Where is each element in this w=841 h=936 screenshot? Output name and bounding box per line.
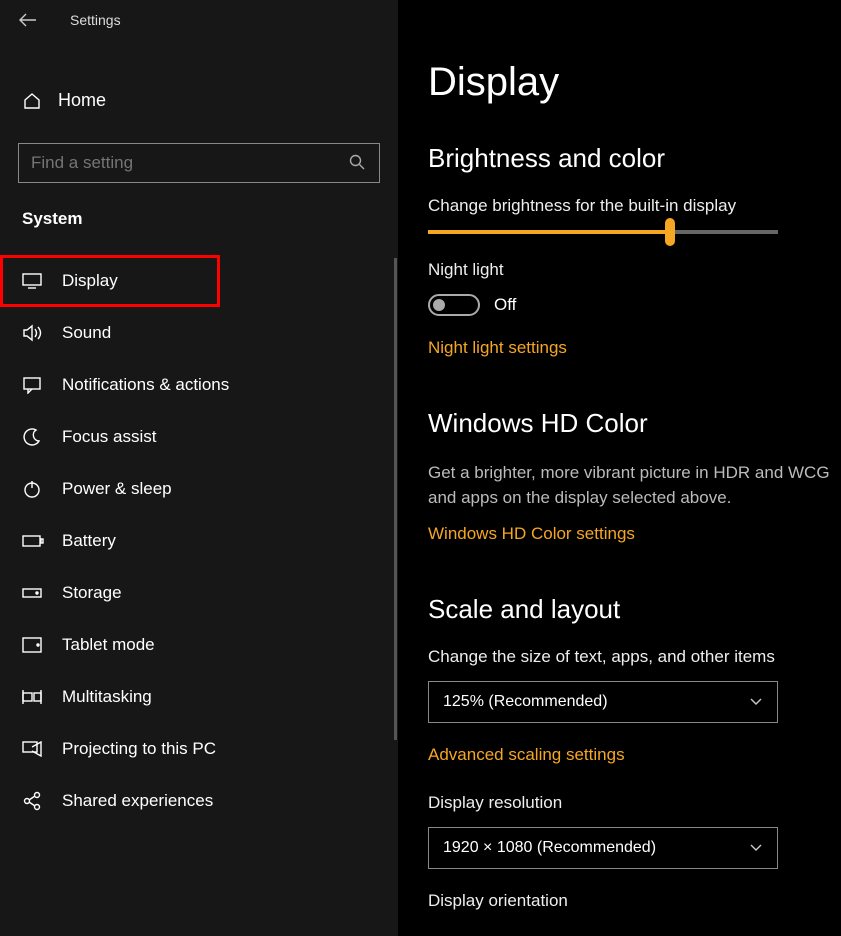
window-title: Settings [70, 12, 121, 28]
sidebar-item-label: Focus assist [62, 427, 156, 447]
resolution-value: 1920 × 1080 (Recommended) [443, 839, 656, 857]
scale-select[interactable]: 125% (Recommended) [428, 681, 778, 723]
scale-value: 125% (Recommended) [443, 693, 608, 711]
orientation-label: Display orientation [428, 891, 841, 911]
sidebar-item-label: Notifications & actions [62, 375, 229, 395]
content-area: Display Brightness and color Change brig… [398, 0, 841, 936]
hd-color-section: Windows HD Color Get a brighter, more vi… [428, 408, 841, 544]
storage-icon [22, 586, 44, 600]
sidebar-item-label: Multitasking [62, 687, 152, 707]
sidebar-item-label: Tablet mode [62, 635, 155, 655]
sidebar-item-focus-assist[interactable]: Focus assist [0, 411, 398, 463]
hd-color-description: Get a brighter, more vibrant picture in … [428, 461, 838, 510]
sidebar-item-storage[interactable]: Storage [0, 567, 398, 619]
nav-list: Display Sound Notifications & actions Fo… [0, 255, 398, 827]
search-input[interactable] [18, 143, 380, 183]
sidebar-item-tablet-mode[interactable]: Tablet mode [0, 619, 398, 671]
sidebar-item-label: Projecting to this PC [62, 739, 216, 759]
resolution-label: Display resolution [428, 793, 841, 813]
back-icon[interactable] [18, 13, 36, 27]
scrollbar[interactable] [394, 258, 397, 740]
battery-icon [22, 534, 44, 548]
brightness-heading: Brightness and color [428, 143, 841, 174]
sidebar-item-battery[interactable]: Battery [0, 515, 398, 567]
night-light-state: Off [494, 295, 516, 315]
multitasking-icon [22, 689, 44, 705]
sidebar-item-display[interactable]: Display [0, 255, 220, 307]
slider-thumb[interactable] [665, 218, 675, 246]
tablet-icon [22, 637, 44, 653]
toggle-knob [433, 299, 445, 311]
search-box [18, 143, 380, 183]
hd-color-settings-link[interactable]: Windows HD Color settings [428, 524, 635, 544]
home-button[interactable]: Home [0, 76, 398, 125]
page-title: Display [428, 60, 841, 105]
brightness-slider[interactable] [428, 230, 778, 234]
sidebar-item-label: Sound [62, 323, 111, 343]
sidebar-item-label: Storage [62, 583, 122, 603]
scale-heading: Scale and layout [428, 594, 841, 625]
titlebar: Settings [0, 0, 398, 40]
sidebar-item-label: Power & sleep [62, 479, 172, 499]
night-light-settings-link[interactable]: Night light settings [428, 338, 567, 358]
chevron-down-icon [749, 697, 763, 707]
sidebar-item-multitasking[interactable]: Multitasking [0, 671, 398, 723]
sidebar-item-projecting[interactable]: Projecting to this PC [0, 723, 398, 775]
brightness-slider-label: Change brightness for the built-in displ… [428, 196, 841, 216]
sidebar-item-power-sleep[interactable]: Power & sleep [0, 463, 398, 515]
home-icon [22, 91, 44, 111]
home-label: Home [58, 90, 106, 111]
night-light-toggle[interactable] [428, 294, 480, 316]
sound-icon [22, 324, 44, 342]
display-icon [22, 273, 44, 289]
power-icon [22, 479, 44, 499]
sidebar: Settings Home System Display Sound Notif… [0, 0, 398, 936]
section-label: System [0, 183, 398, 239]
sidebar-item-notifications[interactable]: Notifications & actions [0, 359, 398, 411]
scale-label: Change the size of text, apps, and other… [428, 647, 841, 667]
hd-color-heading: Windows HD Color [428, 408, 841, 439]
sidebar-item-label: Display [62, 271, 118, 291]
chevron-down-icon [749, 843, 763, 853]
scale-layout-section: Scale and layout Change the size of text… [428, 594, 841, 911]
share-icon [22, 791, 44, 811]
sidebar-item-label: Shared experiences [62, 791, 213, 811]
sidebar-item-label: Battery [62, 531, 116, 551]
advanced-scaling-link[interactable]: Advanced scaling settings [428, 745, 625, 765]
projecting-icon [22, 741, 44, 757]
brightness-section: Brightness and color Change brightness f… [428, 143, 841, 358]
search-icon[interactable] [348, 153, 366, 171]
night-light-label: Night light [428, 260, 841, 280]
moon-icon [22, 427, 44, 447]
sidebar-item-sound[interactable]: Sound [0, 307, 398, 359]
resolution-select[interactable]: 1920 × 1080 (Recommended) [428, 827, 778, 869]
sidebar-item-shared-experiences[interactable]: Shared experiences [0, 775, 398, 827]
notifications-icon [22, 376, 44, 394]
